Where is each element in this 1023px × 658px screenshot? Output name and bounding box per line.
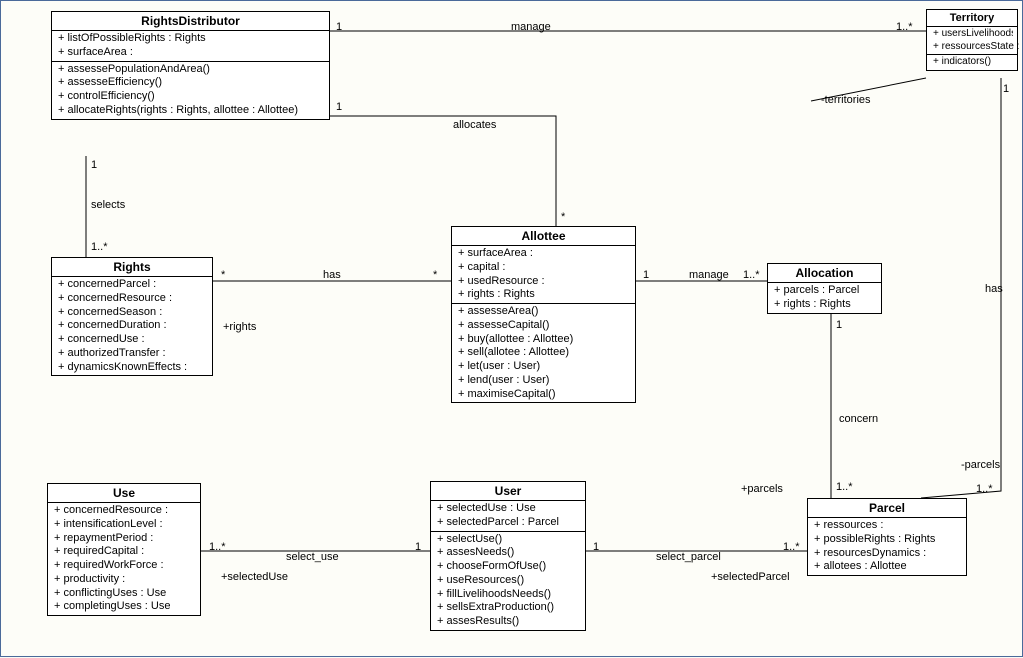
attr-section: + selectedUse : Use + selectedParcel : P… xyxy=(431,501,585,532)
assoc-label-allocates: allocates xyxy=(453,119,496,131)
assoc-label-has2: has xyxy=(985,283,1003,295)
mult-label: 1 xyxy=(91,159,97,171)
attr-section: + concernedResource : + intensificationL… xyxy=(48,503,200,615)
role-label-selectedparcel: +selectedParcel xyxy=(711,571,790,583)
class-title: Territory xyxy=(927,10,1017,27)
mult-label: 1..* xyxy=(783,541,800,553)
mult-label: 1..* xyxy=(209,541,226,553)
class-title: Parcel xyxy=(808,499,966,518)
assoc-label-concern: concern xyxy=(839,413,878,425)
class-user: User + selectedUse : Use + selectedParce… xyxy=(430,481,586,631)
mult-label: * xyxy=(561,211,565,223)
mult-label: 1 xyxy=(336,21,342,33)
class-territory: Territory + usersLivelihoodsNeeds : + re… xyxy=(926,9,1018,71)
class-rightsdistributor: RightsDistributor + listOfPossibleRights… xyxy=(51,11,330,120)
mult-label: 1..* xyxy=(896,21,913,33)
ops-section: + selectUse() + assesNeeds() + chooseFor… xyxy=(431,532,585,630)
attr-section: + usersLivelihoodsNeeds : + ressourcesSt… xyxy=(927,27,1017,55)
class-use: Use + concernedResource : + intensificat… xyxy=(47,483,201,616)
role-label-territories: -territories xyxy=(821,94,871,106)
class-parcel: Parcel + ressources : + possibleRights :… xyxy=(807,498,967,576)
class-title: Use xyxy=(48,484,200,503)
assoc-label-manage2: manage xyxy=(689,269,729,281)
class-allocation: Allocation + parcels : Parcel + rights :… xyxy=(767,263,882,314)
mult-label: 1 xyxy=(836,319,842,331)
class-title: User xyxy=(431,482,585,501)
role-label-rights: +rights xyxy=(223,321,256,333)
attr-section: + concernedParcel : + concernedResource … xyxy=(52,277,212,375)
mult-label: * xyxy=(433,269,437,281)
mult-label: 1..* xyxy=(976,483,993,495)
assoc-label-has: has xyxy=(323,269,341,281)
mult-label: 1..* xyxy=(743,269,760,281)
attr-section: + listOfPossibleRights : Rights + surfac… xyxy=(52,31,329,62)
assoc-label-selects: selects xyxy=(91,199,125,211)
mult-label: 1..* xyxy=(836,481,853,493)
class-allottee: Allottee + surfaceArea : + capital : + u… xyxy=(451,226,636,403)
role-label-parcels: -parcels xyxy=(961,459,1000,471)
mult-label: 1 xyxy=(643,269,649,281)
uml-diagram: RightsDistributor + listOfPossibleRights… xyxy=(0,0,1023,657)
ops-section: + assesseArea() + assesseCapital() + buy… xyxy=(452,304,635,402)
attr-section: + surfaceArea : + capital : + usedResour… xyxy=(452,246,635,304)
mult-label: 1 xyxy=(336,101,342,113)
ops-section: + indicators() xyxy=(927,55,1017,70)
class-title: RightsDistributor xyxy=(52,12,329,31)
assoc-label-manage: manage xyxy=(511,21,551,33)
assoc-label-select-use: select_use xyxy=(286,551,339,563)
class-title: Allottee xyxy=(452,227,635,246)
class-title: Rights xyxy=(52,258,212,277)
role-label-parcels-top: +parcels xyxy=(741,483,783,495)
mult-label: 1..* xyxy=(91,241,108,253)
mult-label: 1 xyxy=(593,541,599,553)
mult-label: 1 xyxy=(1003,83,1009,95)
attr-section: + parcels : Parcel + rights : Rights xyxy=(768,283,881,313)
class-title: Allocation xyxy=(768,264,881,283)
class-rights: Rights + concernedParcel : + concernedRe… xyxy=(51,257,213,376)
assoc-label-select-parcel: select_parcel xyxy=(656,551,721,563)
mult-label: * xyxy=(221,269,225,281)
ops-section: + assessePopulationAndArea() + assesseEf… xyxy=(52,62,329,119)
mult-label: 1 xyxy=(415,541,421,553)
role-label-selecteduse: +selectedUse xyxy=(221,571,288,583)
attr-section: + ressources : + possibleRights : Rights… xyxy=(808,518,966,575)
